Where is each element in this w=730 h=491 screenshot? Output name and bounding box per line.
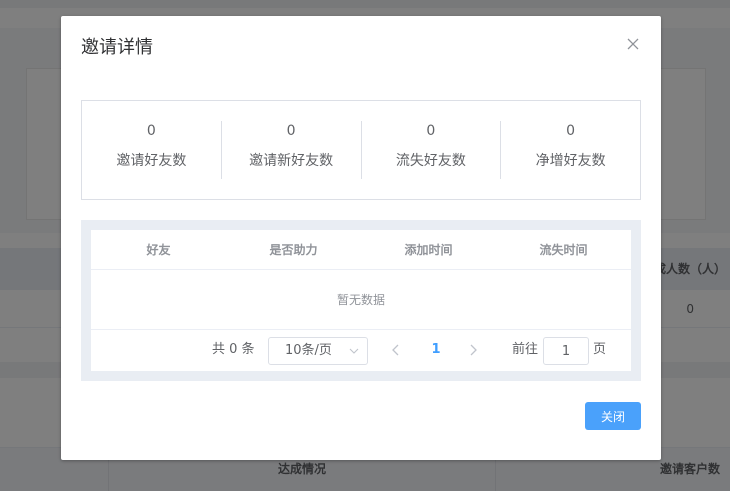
prev-page-button[interactable] bbox=[390, 342, 402, 358]
close-button[interactable]: 关闭 bbox=[585, 402, 641, 430]
stat-label: 邀请新好友数 bbox=[249, 153, 334, 169]
stat-value: 0 bbox=[566, 123, 576, 139]
stats-panel: 0 邀请好友数 0 邀请新好友数 0 流失好友数 0 净增好友数 bbox=[81, 100, 641, 200]
chevron-right-icon bbox=[470, 344, 477, 356]
friends-table-container: 好友 是否助力 添加时间 流失时间 暂无数据 共 0 条 10条/页 1 前往 … bbox=[81, 220, 641, 381]
page-unit-label: 页 bbox=[593, 342, 607, 357]
empty-placeholder: 暂无数据 bbox=[91, 270, 631, 330]
stat-label: 邀请好友数 bbox=[116, 153, 187, 169]
close-icon[interactable] bbox=[625, 36, 641, 52]
stat-label: 净增好友数 bbox=[535, 153, 606, 169]
goto-label: 前往 bbox=[512, 342, 539, 357]
column-header-friend: 好友 bbox=[146, 243, 171, 257]
invite-detail-dialog: 邀请详情 0 邀请好友数 0 邀请新好友数 0 流失好友数 0 净增好友数 好友… bbox=[61, 16, 661, 460]
stat-value: 0 bbox=[286, 123, 296, 139]
column-header-assisted: 是否助力 bbox=[269, 243, 318, 257]
stat-invited-friends: 0 邀请好友数 bbox=[82, 121, 221, 179]
next-page-button[interactable] bbox=[467, 342, 479, 358]
stat-net-friends: 0 净增好友数 bbox=[500, 121, 640, 179]
page-number-1[interactable]: 1 bbox=[430, 342, 442, 358]
chevron-left-icon bbox=[392, 344, 399, 356]
friends-table: 好友 是否助力 添加时间 流失时间 暂无数据 共 0 条 10条/页 1 前往 … bbox=[91, 230, 631, 371]
stat-value: 0 bbox=[146, 123, 156, 139]
chevron-down-icon bbox=[349, 348, 359, 354]
dialog-title: 邀请详情 bbox=[81, 37, 153, 58]
page-size-value: 10条/页 bbox=[285, 343, 332, 358]
pagination-total: 共 0 条 bbox=[212, 342, 255, 357]
stat-value: 0 bbox=[426, 123, 436, 139]
page-size-select[interactable]: 10条/页 bbox=[268, 337, 368, 365]
column-header-lost-time: 流失时间 bbox=[539, 243, 588, 257]
table-header: 好友 是否助力 添加时间 流失时间 bbox=[91, 230, 631, 270]
column-header-added-time: 添加时间 bbox=[404, 243, 453, 257]
pagination: 共 0 条 10条/页 1 前往 1 页 bbox=[91, 330, 631, 370]
stat-new-friends: 0 邀请新好友数 bbox=[220, 121, 361, 179]
stat-label: 流失好友数 bbox=[395, 153, 466, 169]
goto-page-input[interactable] bbox=[543, 337, 589, 365]
stat-lost-friends: 0 流失好友数 bbox=[360, 121, 501, 179]
